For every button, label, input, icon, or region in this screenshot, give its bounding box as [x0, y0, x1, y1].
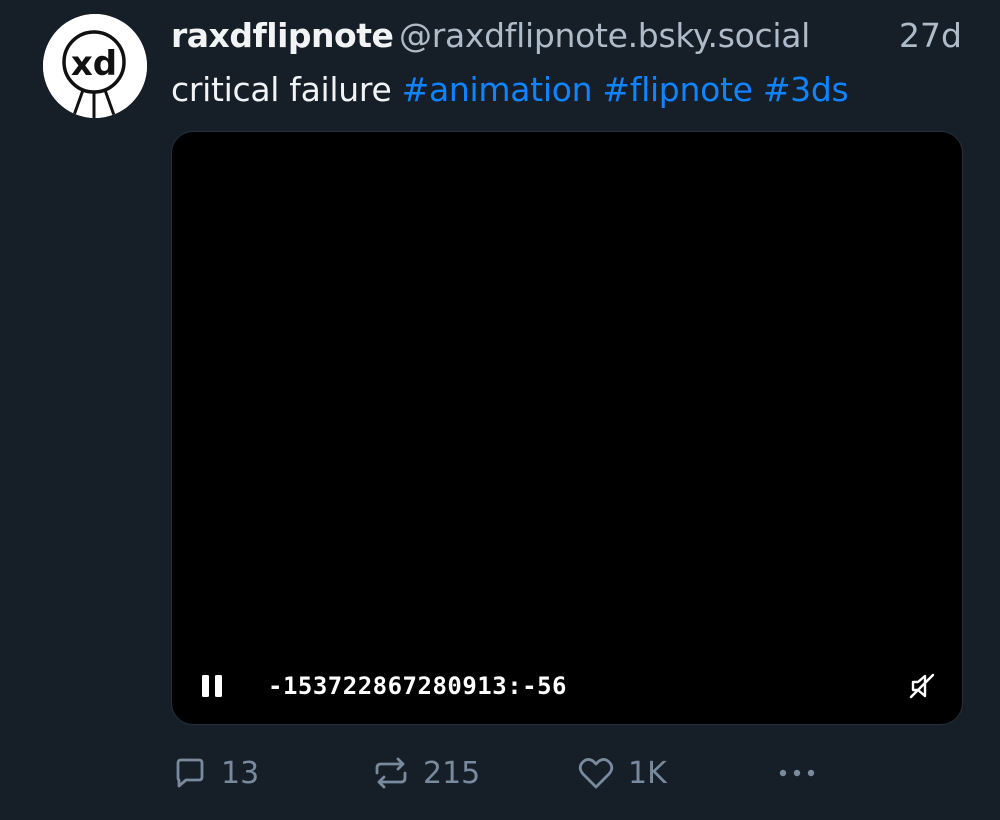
video-time-display: -153722867280913:-56 [268, 672, 567, 700]
post-card: xd raxdflipnote @raxdflipnote.bsky.socia… [0, 0, 1000, 820]
video-player[interactable]: -153722867280913:-56 [171, 131, 963, 725]
mute-button[interactable] [906, 670, 938, 702]
repost-button[interactable]: 215 [371, 748, 480, 798]
post-text: critical failure [171, 70, 392, 109]
like-icon [578, 758, 614, 789]
pause-button[interactable] [196, 670, 228, 702]
hashtag-flipnote[interactable]: #flipnote [602, 70, 753, 109]
reply-button[interactable]: 13 [171, 748, 259, 798]
author-display-name[interactable]: raxdflipnote [171, 16, 394, 55]
repost-count: 215 [423, 755, 481, 791]
avatar[interactable]: xd [43, 14, 147, 118]
post-timestamp[interactable]: 27d [899, 16, 962, 55]
more-options-button[interactable] [775, 748, 819, 798]
hashtag-animation[interactable]: #animation [402, 70, 593, 109]
reply-count: 13 [221, 755, 260, 791]
pause-icon [202, 675, 222, 697]
repost-icon [375, 757, 407, 789]
like-button[interactable]: 1K [576, 748, 667, 798]
mute-icon [909, 673, 935, 699]
reply-icon [176, 758, 204, 788]
hashtag-3ds[interactable]: #3ds [763, 70, 849, 109]
author-handle[interactable]: @raxdflipnote.bsky.social [399, 16, 810, 55]
like-count: 1K [628, 755, 667, 791]
avatar-text: xd [71, 44, 117, 84]
post-actions: 13 215 1K [171, 748, 971, 798]
avatar-drawing: xd [43, 14, 147, 118]
post-body: critical failure #animation #flipnote #3… [171, 70, 849, 109]
post-header: raxdflipnote @raxdflipnote.bsky.social 2… [171, 14, 971, 60]
more-icon [779, 769, 815, 777]
